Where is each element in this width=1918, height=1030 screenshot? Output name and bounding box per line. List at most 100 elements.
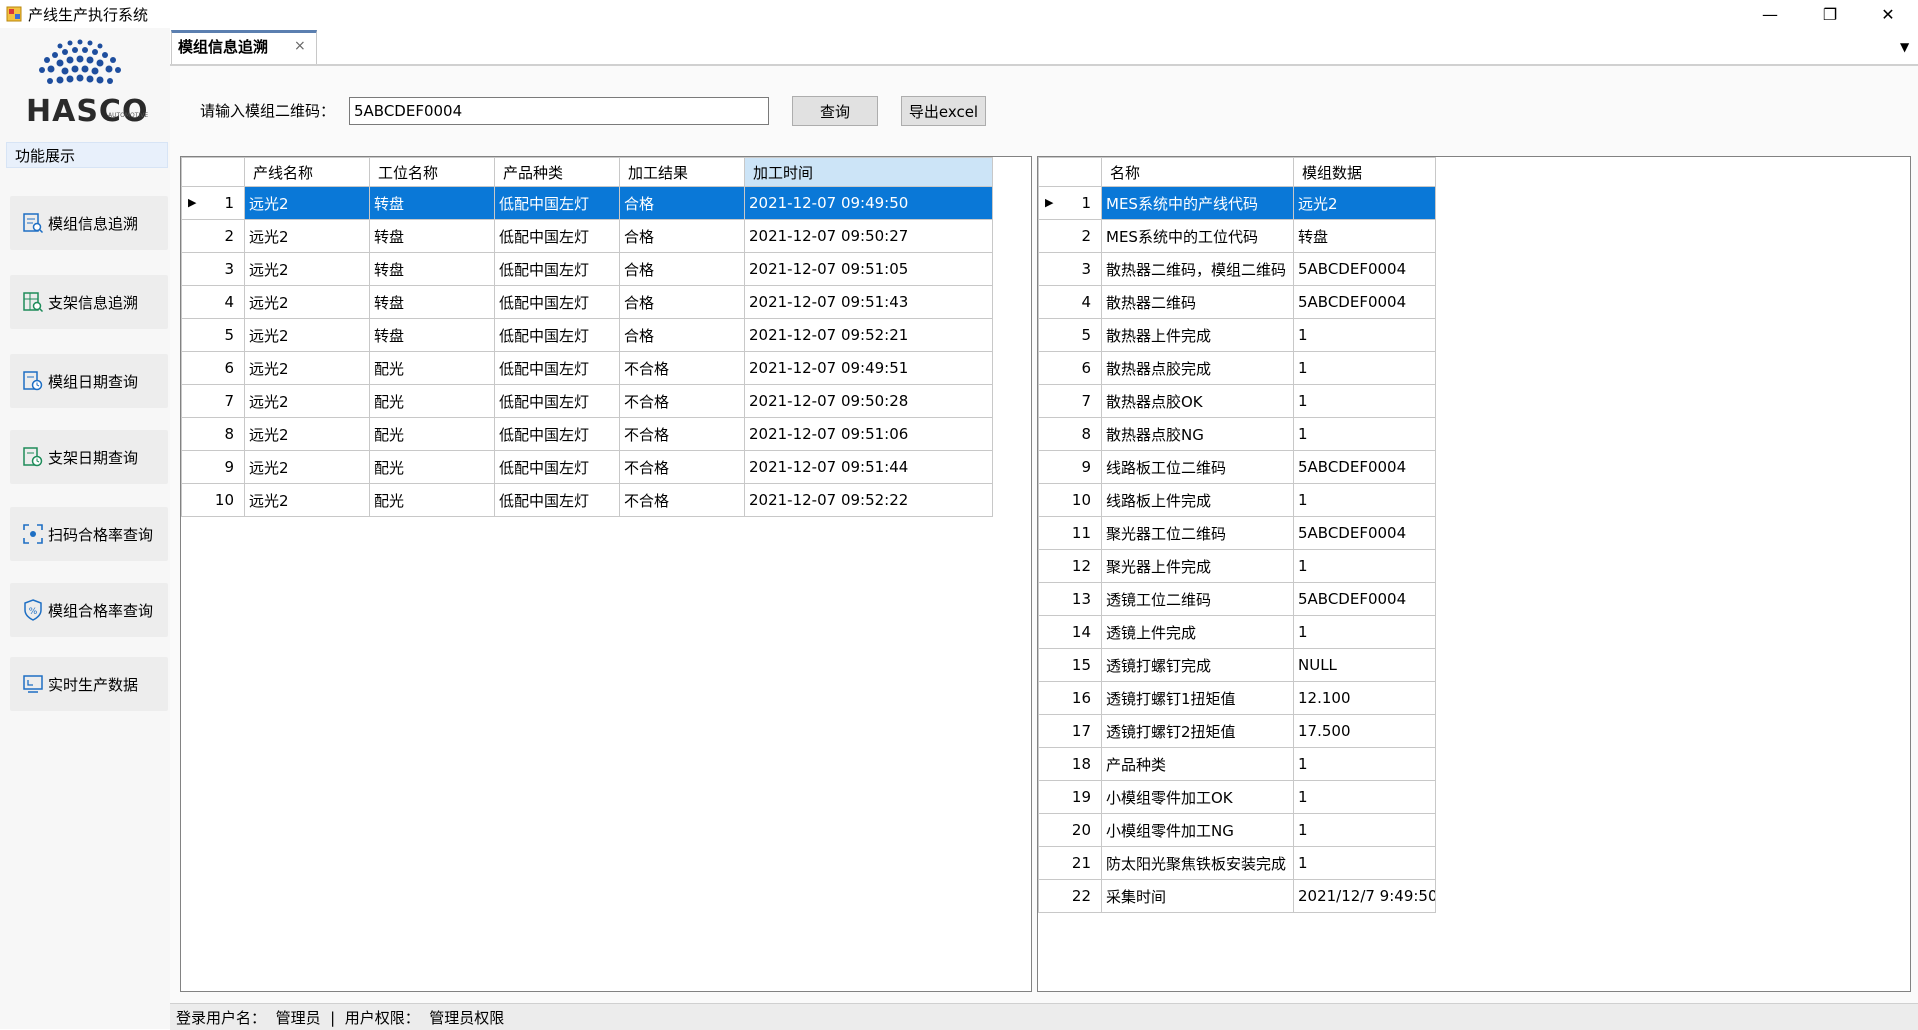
table-cell[interactable]: 转盘 xyxy=(1293,219,1436,253)
table-cell[interactable]: 产品种类 xyxy=(1101,747,1294,781)
column-header[interactable]: 产品种类 xyxy=(494,157,620,187)
table-cell[interactable]: 合格 xyxy=(619,219,745,253)
row-header[interactable]: 8 xyxy=(1038,417,1102,451)
table-cell[interactable]: 散热器二维码 xyxy=(1101,285,1294,319)
table-row[interactable]: 3 散热器二维码，模组二维码 5ABCDEF0004 xyxy=(1038,252,1436,286)
row-header[interactable]: 7 xyxy=(181,384,245,418)
table-cell[interactable]: 低配中国左灯 xyxy=(494,417,620,451)
row-header[interactable]: 4 xyxy=(181,285,245,319)
table-cell[interactable]: 2021-12-07 09:52:21 xyxy=(744,318,993,352)
table-row[interactable]: 14 透镜上件完成 1 xyxy=(1038,615,1436,649)
table-row[interactable]: 2 MES系统中的工位代码 转盘 xyxy=(1038,219,1436,253)
row-header[interactable]: 7 xyxy=(1038,384,1102,418)
nav-scan-pass-rate[interactable]: 扫码合格率查询 xyxy=(10,507,168,561)
table-row[interactable]: 19 小模组零件加工OK 1 xyxy=(1038,780,1436,814)
query-button[interactable]: 查询 xyxy=(792,96,878,126)
table-cell[interactable]: 1 xyxy=(1293,417,1436,451)
table-cell[interactable]: 2021-12-07 09:51:43 xyxy=(744,285,993,319)
column-header[interactable]: 加工时间 xyxy=(744,157,993,187)
table-cell[interactable]: 透镜打螺钉2扭矩值 xyxy=(1101,714,1294,748)
table-cell[interactable]: 转盘 xyxy=(369,186,495,220)
table-cell[interactable]: 小模组零件加工NG xyxy=(1101,813,1294,847)
table-cell[interactable]: 1 xyxy=(1293,813,1436,847)
table-cell[interactable]: 1 xyxy=(1293,549,1436,583)
table-row[interactable]: ▶ 1 远光2 转盘 低配中国左灯 合格 2021-12-07 09:49:50 xyxy=(181,186,993,220)
row-header[interactable]: 6 xyxy=(181,351,245,385)
module-data-grid[interactable]: 名称 模组数据 ▶ 1 MES系统中的产线代码 远光2 2 MES系统中的工位代码 转盘 3 散… xyxy=(1037,156,1911,992)
table-row[interactable]: 5 远光2 转盘 低配中国左灯 合格 2021-12-07 09:52:21 xyxy=(181,318,993,352)
table-row[interactable]: 3 远光2 转盘 低配中国左灯 合格 2021-12-07 09:51:05 xyxy=(181,252,993,286)
row-header[interactable]: 5 xyxy=(1038,318,1102,352)
table-row[interactable]: 20 小模组零件加工NG 1 xyxy=(1038,813,1436,847)
table-cell[interactable]: 17.500 xyxy=(1293,714,1436,748)
row-header[interactable]: 10 xyxy=(181,483,245,517)
row-header[interactable]: 9 xyxy=(181,450,245,484)
table-cell[interactable]: 配光 xyxy=(369,483,495,517)
row-header[interactable]: 3 xyxy=(181,252,245,286)
table-cell[interactable]: 2021-12-07 09:50:28 xyxy=(744,384,993,418)
table-cell[interactable]: 低配中国左灯 xyxy=(494,318,620,352)
column-header[interactable]: 加工结果 xyxy=(619,157,745,187)
row-header[interactable]: 15 xyxy=(1038,648,1102,682)
row-header[interactable]: 10 xyxy=(1038,483,1102,517)
table-cell[interactable]: 低配中国左灯 xyxy=(494,384,620,418)
table-cell[interactable]: 远光2 xyxy=(244,285,370,319)
qr-code-input[interactable] xyxy=(349,97,769,125)
table-cell[interactable]: 线路板上件完成 xyxy=(1101,483,1294,517)
table-cell[interactable]: 透镜打螺钉1扭矩值 xyxy=(1101,681,1294,715)
nav-module-trace[interactable]: 模组信息追溯 xyxy=(10,196,168,250)
table-cell[interactable]: 低配中国左灯 xyxy=(494,219,620,253)
table-row[interactable]: 2 远光2 转盘 低配中国左灯 合格 2021-12-07 09:50:27 xyxy=(181,219,993,253)
table-cell[interactable]: 低配中国左灯 xyxy=(494,252,620,286)
close-window-button[interactable]: ✕ xyxy=(1866,0,1910,28)
table-row[interactable]: 4 散热器二维码 5ABCDEF0004 xyxy=(1038,285,1436,319)
table-row[interactable]: 5 散热器上件完成 1 xyxy=(1038,318,1436,352)
table-cell[interactable]: 5ABCDEF0004 xyxy=(1293,582,1436,616)
maximize-button[interactable]: ❐ xyxy=(1808,0,1852,28)
table-cell[interactable]: 低配中国左灯 xyxy=(494,186,620,220)
function-group-header[interactable]: 功能展示 xyxy=(6,142,168,168)
table-cell[interactable]: 散热器点胶NG xyxy=(1101,417,1294,451)
table-cell[interactable]: 配光 xyxy=(369,417,495,451)
table-cell[interactable]: 聚光器工位二维码 xyxy=(1101,516,1294,550)
minimize-button[interactable]: — xyxy=(1748,0,1792,28)
row-header[interactable]: ▶ 1 xyxy=(1038,186,1102,220)
row-header[interactable]: 6 xyxy=(1038,351,1102,385)
table-cell[interactable]: 1 xyxy=(1293,318,1436,352)
table-cell[interactable]: 合格 xyxy=(619,318,745,352)
table-cell[interactable]: 转盘 xyxy=(369,318,495,352)
table-row[interactable]: 9 线路板工位二维码 5ABCDEF0004 xyxy=(1038,450,1436,484)
table-cell[interactable]: 2021-12-07 09:52:22 xyxy=(744,483,993,517)
row-header[interactable]: 2 xyxy=(181,219,245,253)
column-header[interactable]: 产线名称 xyxy=(244,157,370,187)
table-cell[interactable]: 线路板工位二维码 xyxy=(1101,450,1294,484)
table-cell[interactable]: 远光2 xyxy=(244,219,370,253)
nav-module-date-query[interactable]: 模组日期查询 xyxy=(10,354,168,408)
row-header[interactable]: 14 xyxy=(1038,615,1102,649)
table-cell[interactable]: 不合格 xyxy=(619,351,745,385)
table-cell[interactable]: NULL xyxy=(1293,648,1436,682)
table-row[interactable]: 10 远光2 配光 低配中国左灯 不合格 2021-12-07 09:52:22 xyxy=(181,483,993,517)
row-header[interactable]: 18 xyxy=(1038,747,1102,781)
column-header[interactable]: 名称 xyxy=(1101,157,1294,187)
table-cell[interactable]: 1 xyxy=(1293,384,1436,418)
table-cell[interactable]: 转盘 xyxy=(369,285,495,319)
table-cell[interactable]: MES系统中的产线代码 xyxy=(1101,186,1294,220)
table-cell[interactable]: 不合格 xyxy=(619,483,745,517)
table-cell[interactable]: 远光2 xyxy=(244,417,370,451)
table-row[interactable]: 6 远光2 配光 低配中国左灯 不合格 2021-12-07 09:49:51 xyxy=(181,351,993,385)
row-header[interactable]: 5 xyxy=(181,318,245,352)
table-cell[interactable]: 5ABCDEF0004 xyxy=(1293,285,1436,319)
row-header[interactable]: 12 xyxy=(1038,549,1102,583)
table-cell[interactable]: 1 xyxy=(1293,615,1436,649)
row-header[interactable]: 9 xyxy=(1038,450,1102,484)
table-row[interactable]: 9 远光2 配光 低配中国左灯 不合格 2021-12-07 09:51:44 xyxy=(181,450,993,484)
nav-bracket-trace[interactable]: 支架信息追溯 xyxy=(10,275,168,329)
row-header[interactable]: 13 xyxy=(1038,582,1102,616)
table-cell[interactable]: 合格 xyxy=(619,186,745,220)
table-cell[interactable]: MES系统中的工位代码 xyxy=(1101,219,1294,253)
table-row[interactable]: 18 产品种类 1 xyxy=(1038,747,1436,781)
table-cell[interactable]: 2021-12-07 09:49:51 xyxy=(744,351,993,385)
table-cell[interactable]: 不合格 xyxy=(619,384,745,418)
table-cell[interactable]: 1 xyxy=(1293,846,1436,880)
